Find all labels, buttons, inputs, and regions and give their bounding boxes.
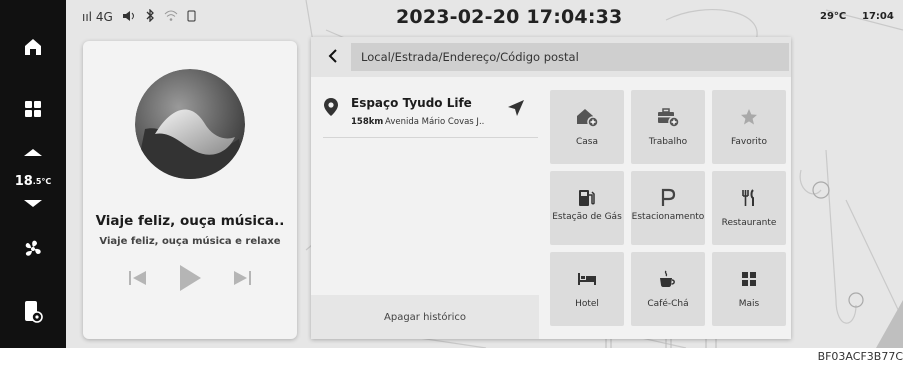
shortcut-home-label: Casa bbox=[575, 137, 598, 147]
shortcut-favorite[interactable]: Favorito bbox=[712, 90, 786, 164]
history-item-address: Avenida Mário Covas J.. bbox=[385, 117, 485, 127]
temperature-down-button[interactable] bbox=[0, 196, 66, 212]
home-add-icon bbox=[550, 102, 624, 132]
play-icon bbox=[178, 264, 202, 296]
music-card[interactable]: Viaje feliz, ouça música.. Viaje feliz, … bbox=[83, 41, 297, 339]
shortcut-gas-station-label: Estação de Gás bbox=[552, 212, 622, 222]
clock: 17:04 bbox=[862, 11, 894, 22]
chevron-down-icon bbox=[23, 199, 43, 209]
chevron-left-icon bbox=[328, 48, 338, 67]
shortcut-restaurant-label: Restaurante bbox=[721, 218, 777, 228]
sidebar: 18.5°C bbox=[0, 0, 66, 348]
shortcut-work-label: Trabalho bbox=[648, 137, 688, 147]
wifi-icon bbox=[164, 10, 178, 25]
shortcut-hotel[interactable]: Hotel bbox=[550, 252, 624, 326]
parking-icon bbox=[631, 183, 705, 213]
star-icon bbox=[712, 102, 786, 132]
apps-grid-icon bbox=[24, 100, 42, 118]
back-button[interactable] bbox=[323, 47, 343, 67]
next-track-button[interactable] bbox=[229, 263, 255, 297]
navigate-arrow-icon[interactable] bbox=[507, 99, 525, 121]
shortcut-more[interactable]: Mais bbox=[712, 252, 786, 326]
fan-icon bbox=[22, 238, 44, 260]
restaurant-icon bbox=[712, 183, 786, 213]
history-item[interactable]: Espaço Tyudo Life 158km Avenida Mário Co… bbox=[323, 93, 538, 138]
shortcut-gas-station[interactable]: Estação de Gás bbox=[550, 171, 624, 245]
shortcut-restaurant[interactable]: Restaurante bbox=[712, 171, 786, 245]
sidebar-home-button[interactable] bbox=[0, 30, 66, 64]
more-grid-icon bbox=[712, 264, 786, 294]
temperature-value: 18 bbox=[14, 173, 33, 189]
chevron-up-icon bbox=[23, 147, 43, 157]
main-area: ııl 4G 2023-02-20 17:04:33 29°C 17:04 Vi… bbox=[66, 0, 903, 348]
signal-indicator: ııl 4G bbox=[82, 10, 113, 24]
phone-settings-button[interactable] bbox=[0, 296, 66, 328]
shortcut-home[interactable]: Casa bbox=[550, 90, 624, 164]
phone-icon bbox=[187, 10, 196, 25]
search-bar: Local/Estrada/Endereço/Código postal bbox=[311, 37, 791, 77]
previous-track-button[interactable] bbox=[125, 263, 151, 297]
shortcut-hotel-label: Hotel bbox=[575, 299, 599, 309]
shortcut-cafe-label: Café-Chá bbox=[647, 299, 689, 309]
temperature-unit: .5°C bbox=[32, 176, 52, 186]
fan-button[interactable] bbox=[0, 234, 66, 264]
status-icons: ııl 4G bbox=[82, 8, 196, 25]
shortcut-cafe[interactable]: Café-Chá bbox=[631, 252, 705, 326]
temperature-up-button[interactable] bbox=[0, 142, 66, 162]
outside-temperature: 29°C bbox=[820, 11, 847, 22]
music-subtitle: Viaje feliz, ouça música e relaxe bbox=[99, 236, 281, 247]
location-pin-icon bbox=[323, 97, 339, 121]
next-track-icon bbox=[232, 270, 252, 290]
hotel-icon bbox=[550, 264, 624, 294]
shortcut-more-label: Mais bbox=[738, 299, 760, 309]
music-controls bbox=[83, 263, 297, 297]
history-item-distance: 158km bbox=[351, 117, 384, 127]
cabin-temperature: 18.5°C bbox=[0, 170, 66, 192]
coffee-icon bbox=[631, 264, 705, 294]
phone-settings-icon bbox=[22, 300, 44, 324]
volume-icon bbox=[122, 10, 136, 25]
briefcase-add-icon bbox=[631, 102, 705, 132]
shortcut-parking-label: Estacionamento bbox=[631, 212, 705, 222]
home-icon bbox=[22, 36, 44, 58]
previous-track-icon bbox=[128, 270, 148, 290]
history-item-name: Espaço Tyudo Life bbox=[351, 96, 472, 110]
clear-history-button[interactable]: Apagar histórico bbox=[311, 295, 539, 339]
play-button[interactable] bbox=[175, 263, 205, 297]
bluetooth-icon bbox=[145, 8, 155, 25]
gas-station-icon bbox=[550, 183, 624, 213]
image-code: BF03ACF3B77C bbox=[817, 350, 903, 363]
navigation-panel: Local/Estrada/Endereço/Código postal Esp… bbox=[311, 37, 791, 339]
shortcut-favorite-label: Favorito bbox=[731, 137, 767, 147]
shortcut-work[interactable]: Trabalho bbox=[631, 90, 705, 164]
destination-search-input[interactable]: Local/Estrada/Endereço/Código postal bbox=[351, 43, 789, 71]
status-datetime: 2023-02-20 17:04:33 bbox=[396, 6, 623, 28]
status-bar: ııl 4G 2023-02-20 17:04:33 29°C 17:04 bbox=[66, 0, 903, 34]
album-art bbox=[135, 69, 245, 179]
infotainment-screen: 18.5°C ııl 4G 2023-02-20 17:04:33 29°C 1… bbox=[0, 0, 903, 348]
music-title: Viaje feliz, ouça música.. bbox=[95, 213, 285, 229]
sidebar-apps-button[interactable] bbox=[0, 92, 66, 126]
shortcut-parking[interactable]: Estacionamento bbox=[631, 171, 705, 245]
